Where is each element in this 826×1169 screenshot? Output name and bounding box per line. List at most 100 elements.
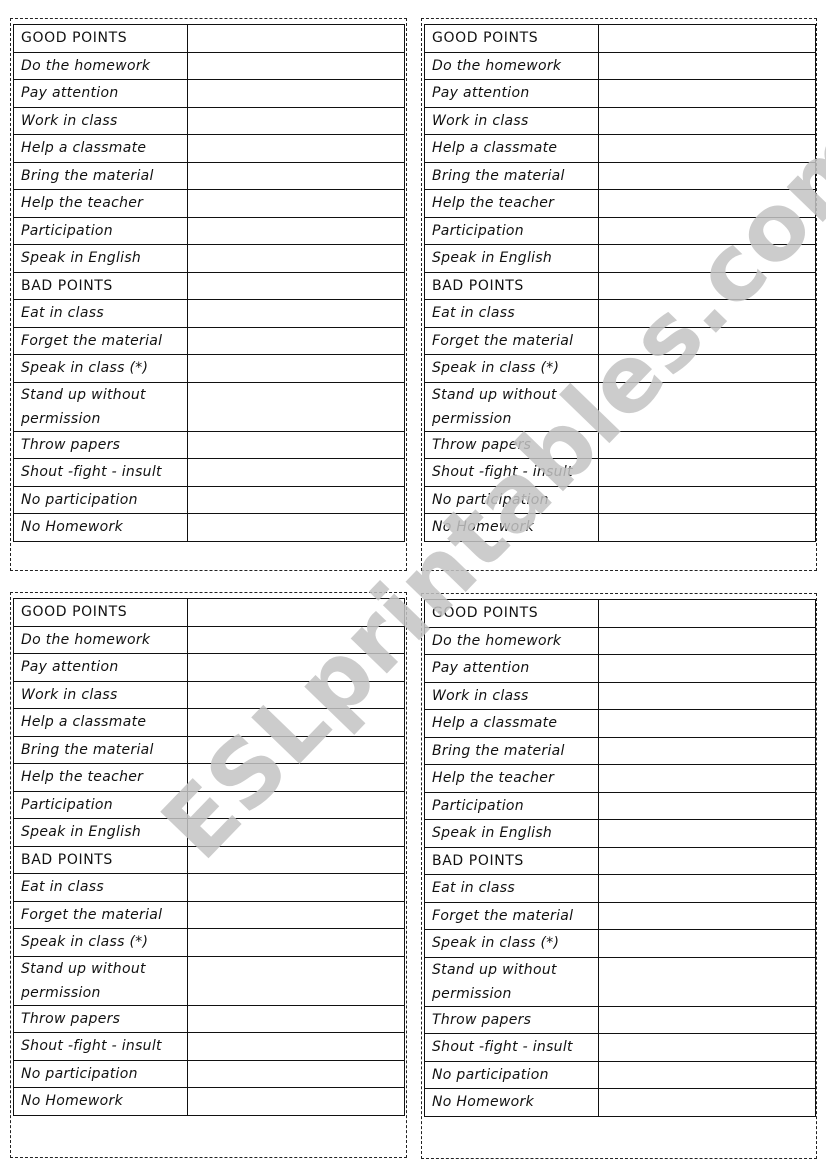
points-cell[interactable] [598,354,816,383]
points-card-top-left: GOOD POINTS Do the homework Pay attention W… [10,18,407,571]
points-cell[interactable] [187,708,405,737]
table-row: Shout -fight - insult [424,458,816,487]
points-cell[interactable] [187,485,405,514]
points-cell[interactable] [598,599,816,628]
points-cell[interactable] [598,929,816,958]
points-cell[interactable] [598,106,816,135]
points-cell[interactable] [598,458,816,487]
points-cell[interactable] [598,271,816,300]
table-row: Help the teacher [13,189,405,218]
points-cell[interactable] [187,106,405,135]
points-cell[interactable] [187,653,405,682]
points-cell[interactable] [187,928,405,957]
points-cell[interactable] [187,244,405,273]
points-cell[interactable] [187,430,405,459]
points-cell[interactable] [598,244,816,273]
behavior-label: Speak in class (*) [13,354,188,383]
table-row: No participation [13,1059,405,1088]
section-header-label: BAD POINTS [13,845,188,874]
points-cell[interactable] [187,51,405,80]
table-row: Participation [13,790,405,819]
points-cell[interactable] [598,24,816,53]
points-cell[interactable] [187,873,405,902]
points-cell[interactable] [187,790,405,819]
points-cell[interactable] [598,1033,816,1062]
points-cell[interactable] [598,299,816,328]
points-cell[interactable] [598,1088,816,1117]
behavior-label: Shout -fight - insult [13,1032,188,1061]
points-cell[interactable] [598,513,816,542]
behavior-label: Stand up without permission [424,381,599,432]
points-cell[interactable] [187,513,405,542]
points-cell[interactable] [187,900,405,929]
points-cell[interactable] [187,299,405,328]
points-cell[interactable] [598,51,816,80]
points-cell[interactable] [598,791,816,820]
table-row: No Homework [13,1087,405,1116]
points-cell[interactable] [598,430,816,459]
points-cell[interactable] [187,763,405,792]
points-cell[interactable] [187,1004,405,1033]
points-cell[interactable] [187,381,405,432]
table-row: Throw papers [13,1004,405,1033]
points-cell[interactable] [598,134,816,163]
points-cell[interactable] [187,354,405,383]
points-cell[interactable] [598,819,816,848]
points-cell[interactable] [187,134,405,163]
points-cell[interactable] [187,1087,405,1116]
points-cell[interactable] [187,189,405,218]
table-row: Work in class [13,106,405,135]
table-row: Do the homework [424,51,816,80]
points-cell[interactable] [187,680,405,709]
table-row: Eat in class [424,874,816,903]
table-row: Stand up without permission [424,381,816,432]
table-row: Throw papers [424,1005,816,1034]
points-cell[interactable] [187,1032,405,1061]
points-cell[interactable] [598,654,816,683]
points-cell[interactable] [598,626,816,655]
points-cell[interactable] [187,216,405,245]
points-cell[interactable] [598,874,816,903]
points-cell[interactable] [187,161,405,190]
points-cell[interactable] [598,1060,816,1089]
points-cell[interactable] [598,901,816,930]
points-cell[interactable] [598,161,816,190]
behavior-label: Participation [424,216,599,245]
points-cell[interactable] [187,1059,405,1088]
table-row: Speak in English [424,819,816,848]
table-row: No participation [424,1060,816,1089]
points-cell[interactable] [187,625,405,654]
table-row: Forget the material [424,901,816,930]
points-cell[interactable] [187,79,405,108]
table-row: No participation [424,485,816,514]
points-cell[interactable] [598,736,816,765]
points-cell[interactable] [187,326,405,355]
points-cell[interactable] [598,681,816,710]
points-cell[interactable] [187,955,405,1006]
points-cell[interactable] [598,1005,816,1034]
table-row: Shout -fight - insult [424,1033,816,1062]
table-row: Eat in class [13,299,405,328]
points-cell[interactable] [598,216,816,245]
points-cell[interactable] [598,189,816,218]
points-cell[interactable] [598,326,816,355]
behavior-label: Pay attention [424,654,599,683]
points-cell[interactable] [187,24,405,53]
points-cell[interactable] [598,485,816,514]
points-cell[interactable] [598,956,816,1007]
section-header-row: BAD POINTS [424,271,816,300]
points-cell[interactable] [187,271,405,300]
points-cell[interactable] [598,846,816,875]
points-cell[interactable] [598,709,816,738]
points-cell[interactable] [187,845,405,874]
points-cell[interactable] [598,79,816,108]
points-cell[interactable] [598,381,816,432]
points-cell[interactable] [187,735,405,764]
points-cell[interactable] [598,764,816,793]
behavior-label: Work in class [424,106,599,135]
behavior-label: Speak in English [424,819,599,848]
points-cell[interactable] [187,458,405,487]
points-cell[interactable] [187,818,405,847]
table-row: No Homework [424,513,816,542]
points-cell[interactable] [187,598,405,627]
